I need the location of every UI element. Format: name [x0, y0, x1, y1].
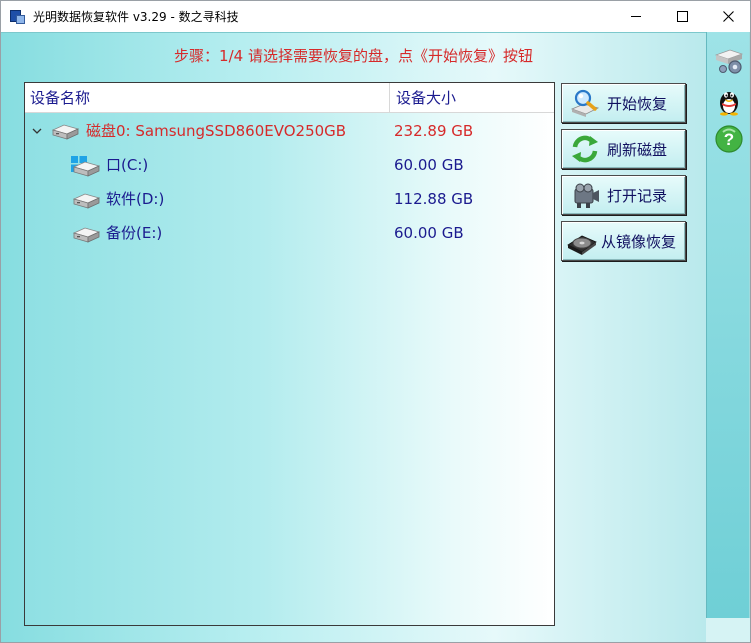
start-recovery-button[interactable]: 开始恢复 — [561, 83, 686, 123]
hard-disk-icon — [71, 159, 101, 179]
partition-name: 备份(E:) — [106, 224, 163, 242]
close-button[interactable] — [705, 1, 750, 32]
restore-from-image-button[interactable]: 从镜像恢复 — [561, 221, 686, 261]
refresh-icon — [572, 135, 598, 163]
tree-row-disk[interactable]: 磁盘0: SamsungSSD860EVO250GB 232.89 GB — [25, 114, 554, 148]
partition-size: 60.00 GB — [394, 224, 464, 242]
hard-disk-icon — [71, 225, 101, 245]
app-icon[interactable] — [10, 9, 26, 25]
side-toolbar-footer — [706, 618, 750, 642]
column-header-name[interactable]: 设备名称 — [30, 83, 90, 113]
disk-image-icon — [567, 235, 597, 255]
hard-disk-icon — [71, 191, 101, 211]
settings-icon[interactable] — [713, 45, 745, 77]
tree-header: 设备名称 设备大小 — [25, 83, 554, 113]
window-title: 光明数据恢复软件 v3.29 - 数之寻科技 — [33, 10, 239, 24]
tree-row-partition-d[interactable]: 软件(D:) 112.88 GB — [25, 182, 554, 216]
column-header-size[interactable]: 设备大小 — [396, 83, 456, 113]
tree-row-partition-e[interactable]: 备份(E:) 60.00 GB — [25, 216, 554, 250]
restore-from-image-label: 从镜像恢复 — [601, 232, 677, 251]
close-icon — [722, 11, 734, 22]
main-panel: 步骤：1/4 请选择需要恢复的盘，点《开始恢复》按钮 设备名称 设备大小 磁盘0… — [1, 32, 706, 642]
device-tree[interactable]: 设备名称 设备大小 磁盘0: SamsungSSD860EVO250GB 232… — [24, 82, 555, 626]
svg-text:?: ? — [724, 130, 734, 149]
step-instruction-text: 步骤：1/4 请选择需要恢复的盘，点《开始恢复》按钮 — [174, 47, 533, 65]
camcorder-icon — [574, 183, 599, 208]
chevron-down-icon[interactable] — [31, 125, 43, 137]
open-record-button[interactable]: 打开记录 — [561, 175, 686, 215]
magnifier-disk-icon — [570, 89, 600, 117]
refresh-disks-button[interactable]: 刷新磁盘 — [561, 129, 686, 169]
disk-size: 232.89 GB — [394, 122, 474, 140]
help-icon[interactable]: ? — [713, 123, 745, 155]
partition-name: 口(C:) — [106, 156, 149, 174]
maximize-button[interactable] — [659, 1, 705, 32]
minimize-button[interactable] — [613, 1, 659, 32]
side-toolbar — [706, 32, 750, 618]
qq-penguin-icon[interactable] — [713, 84, 745, 116]
partition-size: 112.88 GB — [394, 190, 474, 208]
step-instruction: 步骤：1/4 请选择需要恢复的盘，点《开始恢复》按钮 — [1, 45, 706, 66]
partition-size: 60.00 GB — [394, 156, 464, 174]
partition-name: 软件(D:) — [106, 190, 165, 208]
refresh-disks-label: 刷新磁盘 — [607, 140, 668, 159]
open-record-label: 打开记录 — [607, 186, 668, 205]
disk-name: 磁盘0: SamsungSSD860EVO250GB — [86, 122, 347, 140]
hard-disk-icon — [50, 122, 80, 142]
column-divider[interactable] — [389, 83, 390, 113]
tree-row-partition-c[interactable]: 口(C:) 60.00 GB — [25, 148, 554, 182]
app-window: 光明数据恢复软件 v3.29 - 数之寻科技 步骤：1/4 请选择需要恢复的盘，… — [0, 0, 751, 643]
start-recovery-label: 开始恢复 — [607, 94, 668, 113]
